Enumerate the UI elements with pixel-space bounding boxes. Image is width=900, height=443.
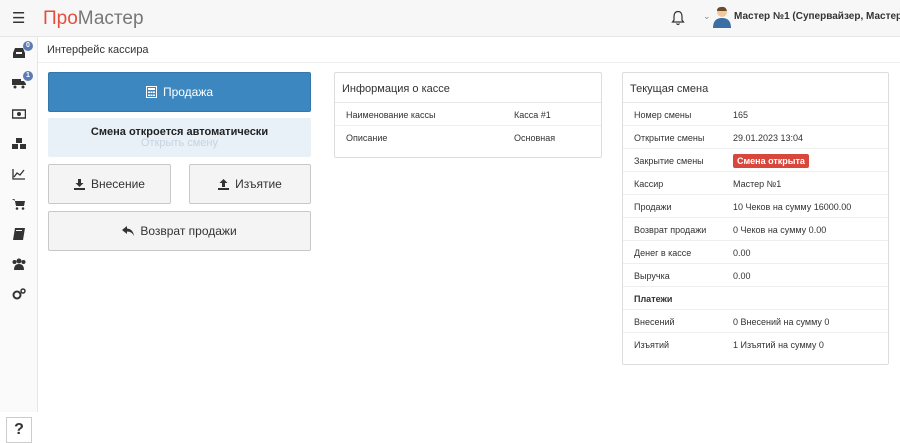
user-name[interactable]: Мастер №1 (Супервайзер, Мастер)	[734, 11, 900, 22]
divider	[38, 62, 900, 63]
refund-button-label: Возврат продажи	[140, 224, 237, 238]
sale-button-label: Продажа	[162, 85, 214, 99]
row-label: Номер смены	[634, 110, 692, 120]
money-icon[interactable]	[12, 108, 26, 120]
upload-icon	[218, 178, 230, 190]
top-bar: ☰ ПроМастер ⌄ Мастер №1 (Супервайзер, Ма…	[0, 0, 900, 37]
gears-icon[interactable]	[12, 288, 26, 300]
bell-icon[interactable]	[671, 10, 685, 26]
row-label: Кассир	[634, 179, 664, 189]
menu-icon[interactable]: ☰	[12, 10, 25, 27]
table-row: Возврат продажи 0 Чеков на сумму 0.00	[623, 218, 888, 241]
sale-button[interactable]: Продажа	[48, 72, 311, 112]
row-label: Внесений	[634, 317, 675, 327]
panel-title: Информация о кассе	[335, 73, 601, 103]
row-label: Возврат продажи	[634, 225, 707, 235]
auto-open-shift-notice: Открыть смену Смена откроется автоматиче…	[48, 118, 311, 157]
refund-button[interactable]: Возврат продажи	[48, 211, 311, 251]
book-icon[interactable]	[12, 228, 26, 240]
row-value: 0.00	[733, 271, 751, 281]
help-button[interactable]: ?	[6, 417, 32, 443]
table-row: Денег в кассе 0.00	[623, 241, 888, 264]
row-value: 29.01.2023 13:04	[733, 133, 804, 143]
row-value: 10 Чеков на сумму 16000.00	[733, 202, 852, 212]
row-label: Изъятий	[634, 340, 670, 350]
table-row: Изъятий 1 Изъятий на сумму 0	[623, 333, 888, 356]
reply-icon	[122, 226, 135, 236]
open-shift-ghost-label: Открыть смену	[140, 137, 218, 149]
register-info-panel: Информация о кассе Наименование кассы Ка…	[334, 72, 602, 158]
chart-line-icon[interactable]	[12, 168, 26, 180]
withdraw-button[interactable]: Изъятие	[189, 164, 311, 204]
deposit-button-label: Внесение	[91, 177, 145, 191]
status-badge: Смена открыта	[733, 154, 809, 168]
withdraw-button-label: Изъятие	[235, 177, 282, 191]
row-label: Наименование кассы	[346, 110, 436, 120]
row-value: 0 Чеков на сумму 0.00	[733, 225, 827, 235]
current-shift-panel: Текущая смена Номер смены 165 Открытие с…	[622, 72, 889, 365]
brand-part-1: Про	[43, 8, 78, 29]
brand-logo[interactable]: ПроМастер	[43, 8, 144, 30]
table-row: Внесений 0 Внесений на сумму 0	[623, 310, 888, 333]
sidebar-badge: 1	[23, 71, 33, 81]
row-value: Мастер №1	[733, 179, 782, 189]
table-row: Описание Основная	[335, 126, 601, 149]
row-value: 165	[733, 110, 749, 120]
table-row: Кассир Мастер №1	[623, 172, 888, 195]
table-row: Выручка 0.00	[623, 264, 888, 287]
row-label: Выручка	[634, 271, 670, 281]
sidebar: 0 1 ?	[0, 37, 38, 443]
row-value: 0.00	[733, 248, 751, 258]
cart-icon[interactable]	[12, 198, 26, 210]
row-label: Денег в кассе	[634, 248, 692, 258]
brand-part-2: Мастер	[77, 8, 144, 29]
row-value: 0 Внесений на сумму 0	[733, 317, 830, 327]
page-title: Интерфейс кассира	[47, 44, 149, 56]
sidebar-badge: 0	[23, 41, 33, 51]
users-icon[interactable]	[12, 258, 26, 270]
panel-title: Текущая смена	[623, 73, 888, 103]
table-row: Продажи 10 Чеков на сумму 16000.00	[623, 195, 888, 218]
calculator-icon	[145, 86, 157, 98]
row-value: Основная	[514, 133, 556, 143]
deposit-button[interactable]: Внесение	[48, 164, 171, 204]
table-row: Наименование кассы Касса #1	[335, 103, 601, 126]
row-label: Продажи	[634, 202, 672, 212]
avatar[interactable]	[712, 6, 732, 28]
table-row: Платежи	[623, 287, 888, 310]
table-row: Номер смены 165	[623, 103, 888, 126]
row-label: Описание	[346, 133, 388, 143]
payments-heading: Платежи	[634, 294, 673, 304]
auto-open-shift-message: Смена откроется автоматически	[90, 126, 269, 138]
row-label: Закрытие смены	[634, 156, 704, 166]
download-icon	[74, 178, 85, 190]
row-label: Открытие смены	[634, 133, 705, 143]
row-value: Касса #1	[514, 110, 551, 120]
chevron-down-icon[interactable]: ⌄	[703, 11, 711, 22]
table-row: Открытие смены 29.01.2023 13:04	[623, 126, 888, 149]
table-row: Закрытие смены Смена открыта	[623, 149, 888, 172]
row-value: 1 Изъятий на сумму 0	[733, 340, 824, 350]
cubes-icon[interactable]	[12, 138, 26, 150]
